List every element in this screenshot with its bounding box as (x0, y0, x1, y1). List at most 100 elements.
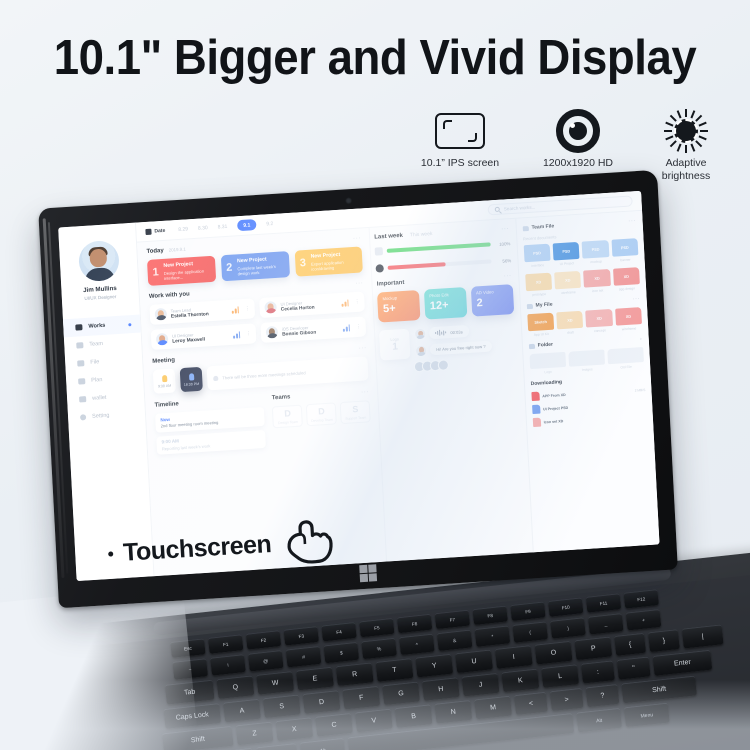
key-&[interactable]: & (436, 629, 473, 652)
key-o[interactable]: O (534, 640, 573, 665)
key-f1[interactable]: F1 (207, 634, 244, 654)
key-t[interactable]: T (375, 658, 414, 682)
key-f10[interactable]: F10 (547, 597, 584, 617)
key-i[interactable]: I (494, 645, 533, 669)
key-#[interactable]: # (285, 645, 322, 668)
file-item[interactable]: XD app design (612, 267, 640, 292)
kebab-icon[interactable]: ⋮ (246, 330, 251, 336)
key-f5[interactable]: F5 (359, 617, 395, 638)
key-"[interactable]: " (616, 656, 651, 680)
progress-bar-list: 100% 56% (374, 239, 512, 273)
teammate-card[interactable]: iOS Developer Bonnie Gibson ⋮ (260, 316, 367, 343)
project-card[interactable]: 1 New Project Design the application inter… (146, 255, 216, 286)
key-|[interactable]: | (681, 624, 724, 649)
key-p[interactable]: P (574, 636, 613, 661)
key-f8[interactable]: F8 (472, 605, 508, 626)
important-card[interactable]: Photo Edit 12+ (423, 287, 468, 320)
date-chip-9.2[interactable]: 9.2 (266, 221, 273, 227)
more-icon[interactable]: ··· (356, 280, 364, 286)
tablet-screen[interactable]: Jim Mullins UI/UX Designer Works Team File… (58, 190, 660, 582)
windows-logo-icon[interactable] (359, 564, 378, 583)
sidebar-item-setting[interactable]: Setting (68, 404, 146, 427)
key-}[interactable]: } (647, 629, 680, 653)
key-%[interactable]: % (361, 637, 397, 660)
chat-voice-message[interactable]: 00:03s (415, 322, 515, 340)
more-icon[interactable]: ··· (359, 345, 367, 351)
key-f9[interactable]: F9 (510, 601, 546, 621)
date-selector[interactable]: Date (145, 227, 165, 235)
key-+[interactable]: + (625, 608, 662, 631)
key-enter[interactable]: Enter (652, 649, 713, 676)
download-item[interactable]: Icon set XD (532, 411, 647, 428)
kebab-icon[interactable]: ⋮ (354, 298, 359, 304)
file-item[interactable]: XD concept (585, 308, 613, 334)
key-f12[interactable]: F12 (623, 589, 660, 609)
folder-item[interactable]: Old File (607, 347, 644, 370)
team-card[interactable]: S Support Team (339, 400, 372, 425)
key-{[interactable]: { (614, 632, 647, 656)
key-*[interactable]: * (474, 625, 511, 647)
teammate-card[interactable]: UI Designer Leroy Maxwell ⋮ (150, 323, 257, 350)
key-@[interactable]: @ (247, 649, 284, 672)
project-card[interactable]: 2 New Project Complete last week's design … (220, 251, 290, 282)
key-)[interactable]: ) (550, 617, 586, 639)
timeline-item[interactable]: 9:00 AM Reporting last week's work (156, 429, 267, 455)
chat-text-message[interactable]: Hi! Are you free right now ? (416, 339, 516, 356)
more-icon[interactable]: ··· (361, 389, 369, 395)
date-chip-8.30[interactable]: 8.30 (198, 225, 208, 232)
key-^[interactable]: ^ (398, 633, 435, 656)
file-item[interactable]: XD wireframe (614, 307, 642, 332)
folder-item[interactable]: Logo (529, 351, 566, 375)
teammate-card[interactable]: UI Designer Cecelia Horton ⋮ (259, 291, 366, 318)
more-icon[interactable]: ··· (633, 296, 641, 302)
date-chip-9.1[interactable]: 9.1 (237, 219, 257, 232)
key-f11[interactable]: F11 (585, 593, 622, 613)
project-card[interactable]: 3 New Project Export application icon/draw… (294, 246, 364, 277)
progress-percent: 100% (498, 240, 511, 247)
file-item[interactable]: PSD banner (611, 238, 639, 263)
important-card[interactable]: AD Video 2 (470, 284, 515, 317)
logo-count-card[interactable]: Logo 1 (379, 328, 411, 361)
file-item[interactable]: PSD interface (523, 243, 551, 269)
key-f7[interactable]: F7 (434, 609, 471, 630)
avatar-group[interactable] (413, 355, 517, 373)
file-item[interactable]: XD draft (556, 310, 584, 336)
file-item[interactable]: Sketch App UI Kit (527, 312, 555, 338)
key-f4[interactable]: F4 (321, 621, 357, 642)
team-card[interactable]: D Design Team (272, 404, 304, 429)
key-$[interactable]: $ (323, 641, 360, 664)
more-icon[interactable]: › (640, 336, 643, 342)
key-![interactable]: ! (210, 654, 246, 676)
more-icon[interactable]: ··· (501, 226, 509, 232)
meeting-slot[interactable]: 9:30 AM (152, 368, 176, 394)
folder-item[interactable]: Images (568, 349, 605, 372)
file-type-icon: XD (585, 308, 613, 328)
important-card[interactable]: Mockup 5+ (377, 289, 421, 323)
teammate-card[interactable]: Team Lead Estella Thornton ⋮ (149, 298, 256, 325)
lamp-icon (161, 374, 167, 382)
key-f3[interactable]: F3 (283, 626, 320, 646)
tab-this-week[interactable]: This week (410, 231, 433, 238)
date-chip-8.29[interactable]: 8.29 (178, 226, 188, 233)
key-([interactable]: ( (512, 621, 549, 643)
file-item[interactable]: PSD UI Project (552, 241, 580, 267)
file-item[interactable]: XD icon set (583, 268, 611, 294)
meeting-slot-active[interactable]: 18:30 PM (179, 366, 203, 393)
file-item[interactable]: PSD mockup (581, 239, 610, 265)
key-y[interactable]: Y (415, 653, 454, 678)
team-card[interactable]: D Develop Team (306, 402, 338, 427)
more-icon[interactable]: ··· (504, 273, 512, 279)
timeline-item[interactable]: Now 2nd floor meeting room meeting (155, 406, 266, 433)
kebab-icon[interactable]: ⋮ (356, 323, 361, 329)
key-f2[interactable]: F2 (245, 630, 282, 650)
more-icon[interactable]: ··· (353, 235, 361, 241)
key-_[interactable]: _ (587, 613, 624, 635)
file-item[interactable]: XD prototype (524, 272, 553, 298)
more-icon[interactable]: ··· (628, 218, 636, 224)
tab-last-week[interactable]: Last week (374, 233, 403, 241)
key-f6[interactable]: F6 (396, 613, 433, 634)
date-chip-8.31[interactable]: 8.31 (217, 223, 227, 230)
key-u[interactable]: U (455, 649, 493, 674)
kebab-icon[interactable]: ⋮ (245, 305, 250, 311)
file-item[interactable]: XD wireframe (554, 270, 582, 296)
